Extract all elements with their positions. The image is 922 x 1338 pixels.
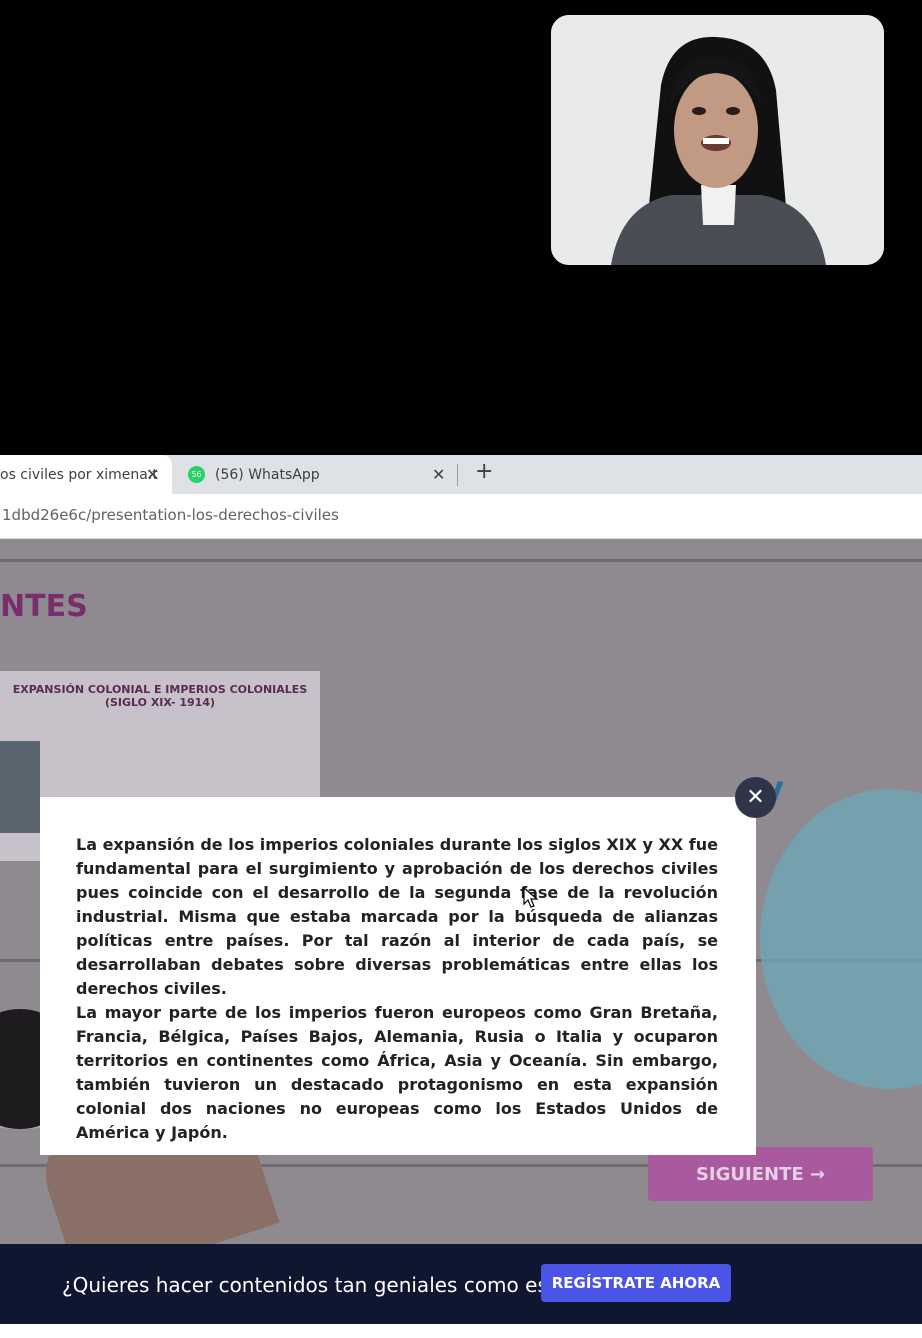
cursor-icon — [523, 887, 539, 908]
close-icon[interactable]: ✕ — [146, 465, 159, 484]
presentation-slide: NTES EXPANSIÓN COLONIAL E IMPERIOS COLON… — [0, 539, 922, 1244]
decorative-circle — [760, 789, 922, 1089]
tab-whatsapp[interactable]: 56 (56) WhatsApp ✕ — [180, 455, 452, 494]
modal-paragraph-1: La expansión de los imperios coloniales … — [76, 835, 718, 998]
tab-bar: os civiles por ximena.t ✕ 56 (56) WhatsA… — [0, 455, 922, 494]
promo-text: ¿Quieres hacer contenidos tan geniales c… — [62, 1273, 579, 1297]
browser-window: os civiles por ximena.t ✕ 56 (56) WhatsA… — [0, 455, 922, 1338]
address-bar[interactable]: 1dbd26e6c/presentation-los-derechos-civi… — [0, 494, 922, 539]
close-icon: ✕ — [746, 785, 765, 810]
wood-plank-line — [0, 559, 922, 562]
promo-footer: ¿Quieres hacer contenidos tan geniales c… — [0, 1244, 922, 1324]
info-modal: La expansión de los imperios coloniales … — [40, 797, 756, 1155]
tab-label: os civiles por ximena.t — [0, 466, 158, 483]
url-text[interactable]: 1dbd26e6c/presentation-los-derechos-civi… — [2, 506, 339, 524]
modal-close-button[interactable]: ✕ — [735, 777, 776, 818]
tab-presentation[interactable]: os civiles por ximena.t ✕ — [0, 455, 172, 494]
whatsapp-icon: 56 — [188, 466, 205, 483]
modal-paragraph-2: La mayor parte de los imperios fueron eu… — [76, 1003, 718, 1142]
tab-label: (56) WhatsApp — [215, 466, 320, 483]
card-image — [0, 741, 40, 833]
register-button[interactable]: REGÍSTRATE AHORA — [541, 1264, 731, 1302]
close-icon[interactable]: ✕ — [432, 465, 445, 484]
plus-icon[interactable]: + — [475, 459, 493, 484]
next-button[interactable]: SIGUIENTE → — [648, 1147, 873, 1201]
webcam-video — [551, 15, 884, 265]
tab-divider — [457, 464, 458, 486]
card-title: EXPANSIÓN COLONIAL E IMPERIOS COLONIALES… — [12, 683, 308, 709]
slide-heading: NTES — [0, 589, 88, 624]
